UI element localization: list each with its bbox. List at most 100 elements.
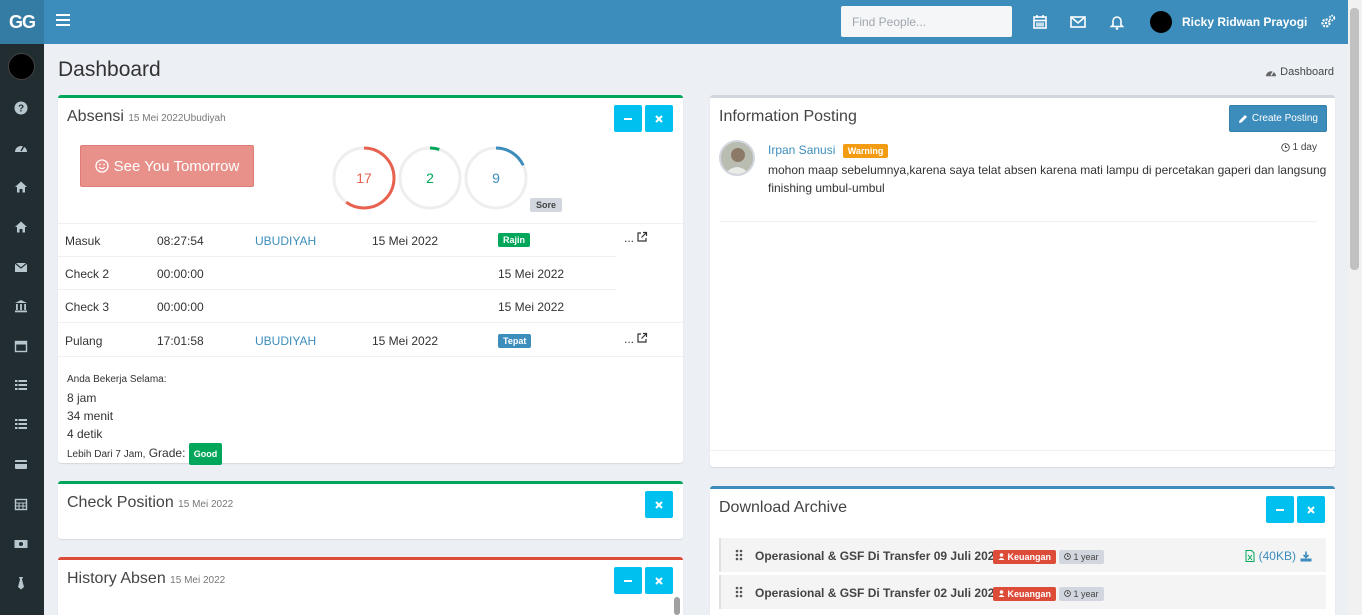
absensi-subtitle: 15 Mei 2022Ubudiyah <box>128 113 226 124</box>
external-link-icon[interactable] <box>636 332 648 344</box>
check-position-subtitle: 15 Mei 2022 <box>178 499 234 510</box>
work-hours: 8 jam <box>67 391 97 405</box>
close-icon <box>655 576 663 585</box>
check-position-box: Check Position 15 Mei 2022 <box>58 481 683 539</box>
row-place-link[interactable]: UBUDIYAH <box>255 334 316 348</box>
download-link[interactable]: (40KB) <box>1245 549 1312 563</box>
see-you-tomorrow-button[interactable]: See You Tomorrow <box>80 145 254 187</box>
gauge-2: 2 <box>398 146 462 210</box>
check-position-title: Check Position 15 Mei 2022 <box>67 494 233 512</box>
work-label: Anda Bekerja Selama: <box>67 374 167 385</box>
attendance-row: Check 2 00:00:00 15 Mei 2022 <box>58 256 616 289</box>
post-time-text: 1 day <box>1292 142 1317 153</box>
row-label: Check 2 <box>65 267 110 281</box>
list-icon[interactable] <box>14 417 28 431</box>
minus-icon <box>624 579 632 582</box>
row-place-link[interactable]: UBUDIYAH <box>255 234 316 248</box>
find-people-input[interactable] <box>841 6 1012 37</box>
row-time: 00:00:00 <box>157 267 204 281</box>
user-icon <box>998 553 1005 560</box>
envelope-icon[interactable] <box>1068 12 1088 32</box>
bell-icon[interactable] <box>1107 12 1127 32</box>
post-author-avatar[interactable] <box>719 140 755 176</box>
information-posting-box: Information Posting Create Posting Irpan… <box>710 95 1335 467</box>
close-button[interactable] <box>1297 496 1325 523</box>
pencil-icon <box>1238 114 1247 123</box>
row-more-link[interactable]: ... <box>624 331 648 346</box>
tie-icon[interactable] <box>14 576 28 590</box>
archive-item[interactable]: Operasional & GSF Di Transfer 02 Juli 20… <box>719 575 1326 609</box>
breadcrumb[interactable]: Dashboard <box>1265 66 1334 78</box>
close-button[interactable] <box>645 105 673 132</box>
page-scrollbar[interactable] <box>1348 0 1362 615</box>
work-seconds: 4 detik <box>67 427 103 441</box>
drag-handle-icon[interactable] <box>735 586 743 598</box>
gears-icon[interactable] <box>1318 12 1338 32</box>
user-avatar[interactable] <box>1150 11 1172 33</box>
history-absen-title: History Absen 15 Mei 2022 <box>67 570 225 588</box>
post-author-name[interactable]: Irpan Sanusi <box>768 143 835 157</box>
history-scrollbar[interactable] <box>674 597 680 615</box>
row-more-dots: ... <box>624 231 635 245</box>
archive-item[interactable]: Operasional & GSF Di Transfer 09 Juli 20… <box>719 538 1326 572</box>
age-text: 1 year <box>1073 589 1099 599</box>
row-more-link[interactable]: ... <box>624 230 648 245</box>
calendar-grid-icon[interactable] <box>14 497 28 511</box>
row-label: Pulang <box>65 334 103 348</box>
work-minutes: 34 menit <box>67 409 114 423</box>
calendar-icon[interactable] <box>14 339 28 353</box>
dashboard-icon[interactable] <box>14 141 28 155</box>
collapse-button[interactable] <box>614 105 642 132</box>
clock-icon <box>1064 553 1071 560</box>
svg-text:?: ? <box>18 104 24 115</box>
category-text: Keuangan <box>1007 552 1052 562</box>
money-icon[interactable] <box>14 537 28 551</box>
close-icon <box>655 500 663 509</box>
create-posting-button[interactable]: Create Posting <box>1228 105 1327 132</box>
user-name[interactable]: Ricky Ridwan Prayogi <box>1182 15 1307 29</box>
post-author-link[interactable]: Irpan Sanusi Warning <box>768 143 889 158</box>
download-archive-box: Download Archive Operasional & GSF Di Tr… <box>710 486 1335 615</box>
attendance-row: Masuk 08:27:54 UBUDIYAH 15 Mei 2022 Raji… <box>58 223 683 256</box>
gauge-value: 2 <box>426 170 434 186</box>
question-icon[interactable]: ? <box>14 101 28 115</box>
external-link-icon[interactable] <box>636 231 648 243</box>
download-icon[interactable] <box>1300 551 1312 562</box>
archive-title: Operasional & GSF Di Transfer 02 Juli 20… <box>755 586 1002 600</box>
home-icon[interactable] <box>14 180 28 194</box>
calendar-icon[interactable] <box>1030 12 1050 32</box>
grade-label: Grade: <box>148 446 186 460</box>
status-badge: Rajin <box>498 233 531 247</box>
attendance-row: Pulang 17:01:58 UBUDIYAH 15 Mei 2022 Tep… <box>58 322 683 357</box>
top-navbar: Ricky Ridwan Prayogi <box>44 0 1348 44</box>
collapse-button[interactable] <box>1266 496 1294 523</box>
home-icon[interactable] <box>14 220 28 234</box>
gauge-value: 9 <box>492 170 500 186</box>
create-posting-label: Create Posting <box>1251 113 1318 124</box>
app-logo[interactable]: GG <box>0 0 44 44</box>
warning-badge: Warning <box>842 144 889 158</box>
sidebar: ? <box>0 44 44 615</box>
collapse-button[interactable] <box>614 567 642 594</box>
close-button[interactable] <box>645 491 673 518</box>
menu-icon[interactable] <box>56 14 70 30</box>
envelope-icon[interactable] <box>14 260 28 274</box>
credit-card-icon[interactable] <box>14 457 28 471</box>
absensi-box: Absensi 15 Mei 2022Ubudiyah See You Tomo… <box>58 95 683 465</box>
drag-handle-icon[interactable] <box>735 549 743 561</box>
grade-badge: Good <box>188 443 223 465</box>
list-icon[interactable] <box>14 378 28 392</box>
age-badge: 1 year <box>1059 587 1104 601</box>
close-button[interactable] <box>645 567 673 594</box>
row-date: 15 Mei 2022 <box>372 334 439 348</box>
bank-icon[interactable] <box>14 299 28 313</box>
breadcrumb-label[interactable]: Dashboard <box>1280 66 1334 78</box>
close-icon <box>1307 505 1315 514</box>
row-label: Check 3 <box>65 300 110 314</box>
category-badge: Keuangan <box>993 550 1057 564</box>
row-time: 08:27:54 <box>157 234 204 248</box>
file-size[interactable]: (40KB) <box>1259 549 1296 563</box>
page-scrollbar-thumb[interactable] <box>1350 8 1359 270</box>
sidebar-avatar[interactable] <box>8 53 35 80</box>
check-position-title-text: Check Position <box>67 494 174 511</box>
